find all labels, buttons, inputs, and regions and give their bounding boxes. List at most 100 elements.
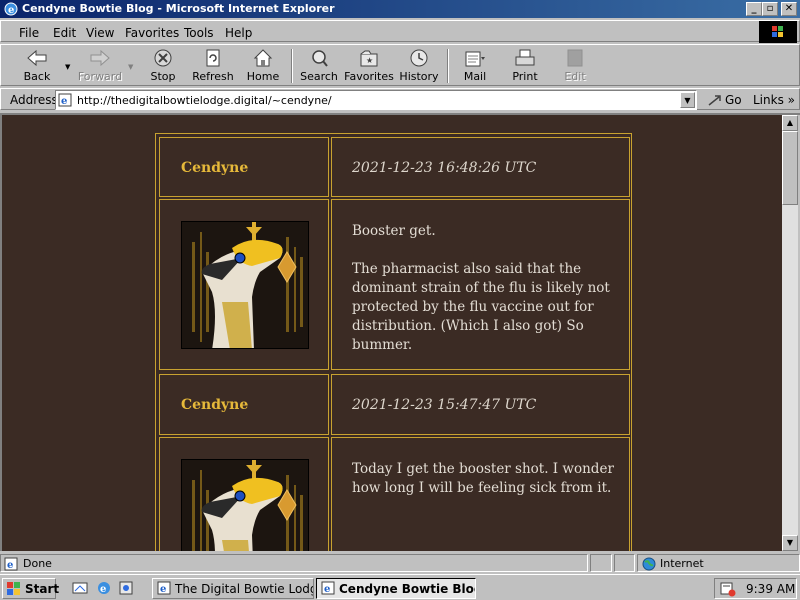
edit-label: Edit xyxy=(564,70,586,83)
task-label: Cendyne Bowtie Blog... xyxy=(339,582,475,596)
history-icon xyxy=(410,49,428,67)
search-button[interactable]: Search xyxy=(293,45,345,87)
favorites-label: Favorites xyxy=(344,70,394,83)
channels-icon[interactable] xyxy=(118,580,134,596)
taskbar: Start e e The Digital Bowtie Lodge -... … xyxy=(0,574,800,600)
address-url[interactable]: http://thedigitalbowtielodge.digital/~ce… xyxy=(77,94,332,107)
back-button[interactable]: Back xyxy=(11,45,63,87)
forward-label: Forward xyxy=(77,70,123,83)
print-button[interactable]: Print xyxy=(499,45,551,87)
ie-page-icon: e xyxy=(321,581,335,595)
refresh-button[interactable]: Refresh xyxy=(187,45,239,87)
favorites-button[interactable]: ★ Favorites xyxy=(343,45,395,87)
svg-text:e: e xyxy=(100,584,106,595)
svg-text:e: e xyxy=(7,560,13,571)
taskbar-button-cendyne-blog[interactable]: e Cendyne Bowtie Blog... xyxy=(316,578,476,599)
status-text: Done xyxy=(23,557,52,570)
status-bar: e Done Internet xyxy=(0,553,800,573)
close-button[interactable]: ✕ xyxy=(781,2,797,16)
post-body-cell: Booster get. The pharmacist also said th… xyxy=(331,199,630,370)
links-label: Links xyxy=(753,93,784,107)
security-zone-panel: Internet xyxy=(637,554,800,572)
show-desktop-icon[interactable] xyxy=(72,580,88,596)
scroll-up-button[interactable]: ▲ xyxy=(782,115,798,131)
back-arrow-icon xyxy=(27,49,47,67)
back-dropdown-icon[interactable]: ▼ xyxy=(65,63,70,71)
menu-file[interactable]: File xyxy=(19,26,39,40)
status-text-panel: e Done xyxy=(0,554,588,572)
history-label: History xyxy=(399,70,439,83)
svg-text:e: e xyxy=(324,584,330,595)
ie-page-icon: e xyxy=(157,581,171,595)
internet-explorer-icon: e xyxy=(4,2,18,16)
home-icon xyxy=(253,49,273,67)
edit-button[interactable]: Edit xyxy=(549,45,601,87)
history-button[interactable]: History xyxy=(393,45,445,87)
zone-text: Internet xyxy=(660,557,704,570)
post-timestamp-cell: 2021-12-23 15:47:47 UTC xyxy=(331,374,630,435)
post-avatar-cell xyxy=(159,437,329,551)
scroll-down-button[interactable]: ▼ xyxy=(782,535,798,551)
svg-text:★: ★ xyxy=(366,56,373,65)
go-arrow-icon xyxy=(708,95,721,106)
menu-help[interactable]: Help xyxy=(225,26,252,40)
favorites-folder-icon: ★ xyxy=(360,50,378,67)
post-paragraph: Today I get the booster shot. I wonder h… xyxy=(352,461,614,496)
search-icon xyxy=(312,50,328,67)
standard-toolbar: Back ▼ Forward ▼ Stop Refresh Home Searc… xyxy=(0,44,800,86)
forward-arrow-icon xyxy=(90,49,110,67)
menu-edit[interactable]: Edit xyxy=(53,26,76,40)
forward-button[interactable]: Forward xyxy=(74,45,126,87)
post-timestamp-cell: 2021-12-23 16:48:26 UTC xyxy=(331,137,630,197)
stop-icon xyxy=(154,49,172,67)
menu-bar: File Edit View Favorites Tools Help xyxy=(0,20,800,43)
chevron-right-icon: » xyxy=(787,93,795,107)
scheduler-icon[interactable] xyxy=(720,581,736,597)
page-done-icon: e xyxy=(4,557,18,571)
avatar xyxy=(181,221,309,349)
menu-tools[interactable]: Tools xyxy=(184,26,214,40)
back-label: Back xyxy=(23,70,51,83)
window-titlebar[interactable]: e Cendyne Bowtie Blog - Microsoft Intern… xyxy=(0,0,800,18)
system-tray: 9:39 AM xyxy=(714,578,797,599)
address-input[interactable]: e http://thedigitalbowtielodge.digital/~… xyxy=(55,90,697,110)
mail-button[interactable]: Mail xyxy=(449,45,501,87)
taskbar-clock[interactable]: 9:39 AM xyxy=(746,582,795,596)
status-panel xyxy=(614,554,635,572)
page-icon: e xyxy=(58,93,72,107)
internet-explorer-icon[interactable]: e xyxy=(96,580,112,596)
menu-view[interactable]: View xyxy=(86,26,114,40)
menu-favorites[interactable]: Favorites xyxy=(125,26,179,40)
svg-text:e: e xyxy=(160,584,166,595)
address-dropdown-icon[interactable]: ▼ xyxy=(680,92,695,108)
svg-text:e: e xyxy=(61,96,67,107)
post-body-cell: Today I get the booster shot. I wonder h… xyxy=(331,437,630,551)
post-author: Cendyne xyxy=(181,397,249,413)
start-label: Start xyxy=(25,582,60,596)
svg-text:e: e xyxy=(8,5,14,16)
stop-button[interactable]: Stop xyxy=(137,45,189,87)
post-timestamp: 2021-12-23 15:47:47 UTC xyxy=(352,397,537,413)
minimize-button[interactable]: _ xyxy=(746,2,762,16)
maximize-button[interactable]: ▫ xyxy=(762,2,778,16)
browser-viewport: Cendyne 2021-12-23 16:48:26 UTC Booster … xyxy=(0,113,800,551)
address-bar: Address e http://thedigitalbowtielodge.d… xyxy=(0,88,800,110)
taskbar-button-digital-bowtie-lodge[interactable]: e The Digital Bowtie Lodge -... xyxy=(152,578,314,599)
avatar xyxy=(181,459,309,551)
home-label: Home xyxy=(246,70,280,83)
search-label: Search xyxy=(300,70,338,83)
window-title: Cendyne Bowtie Blog - Microsoft Internet… xyxy=(22,2,335,15)
refresh-icon xyxy=(206,49,220,67)
home-button[interactable]: Home xyxy=(237,45,289,87)
go-button[interactable]: Go xyxy=(703,91,747,109)
start-button[interactable]: Start xyxy=(2,578,60,599)
vertical-scrollbar[interactable]: ▲ ▼ xyxy=(782,115,798,551)
scroll-thumb[interactable] xyxy=(782,131,798,205)
mail-label: Mail xyxy=(463,70,487,83)
go-label: Go xyxy=(725,93,742,107)
links-button[interactable]: Links » xyxy=(753,93,795,107)
forward-dropdown-icon[interactable]: ▼ xyxy=(128,63,133,71)
blog-page[interactable]: Cendyne 2021-12-23 16:48:26 UTC Booster … xyxy=(2,115,782,551)
post-author-cell: Cendyne xyxy=(159,137,329,197)
print-label: Print xyxy=(512,70,538,83)
